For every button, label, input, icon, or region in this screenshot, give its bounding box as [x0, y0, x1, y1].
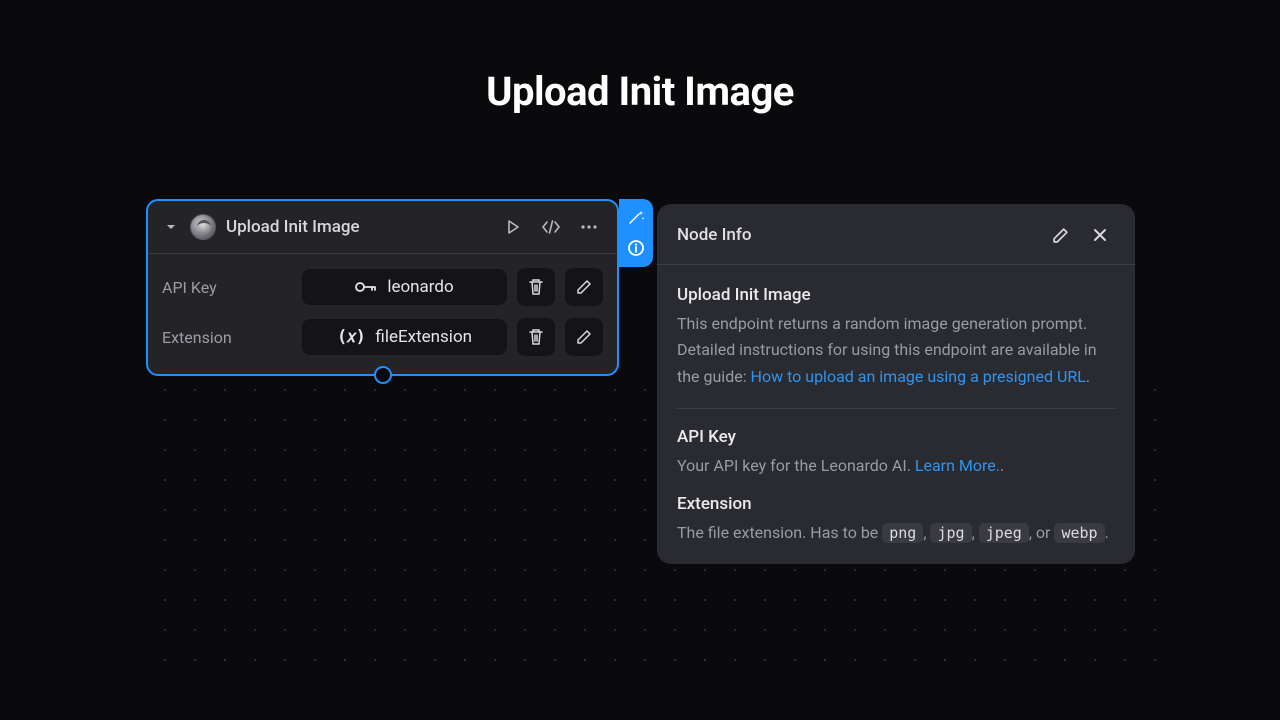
info-text-post: .: [1000, 456, 1004, 475]
learn-more-link[interactable]: Learn More.: [915, 456, 1000, 475]
info-text: This endpoint returns a random image gen…: [677, 311, 1115, 390]
node-header: Upload Init Image: [148, 201, 617, 254]
node-body: API Key leonardo Extension (𝑥) fileExten…: [148, 254, 617, 374]
delete-button[interactable]: [517, 318, 555, 356]
field-label: API Key: [162, 278, 292, 297]
field-row-extension: Extension (𝑥) fileExtension: [162, 318, 603, 356]
info-text-post: .: [1086, 367, 1090, 386]
info-heading: Upload Init Image: [677, 285, 1115, 305]
sep: , or: [1029, 523, 1055, 542]
info-panel-body: Upload Init Image This endpoint returns …: [657, 265, 1135, 546]
node-card-upload-init-image[interactable]: Upload Init Image API Key leonardo: [146, 199, 619, 376]
info-text: The file extension. Has to be png, jpg , …: [677, 520, 1115, 546]
info-heading: API Key: [677, 427, 1115, 447]
edit-info-button[interactable]: [1045, 220, 1075, 250]
info-section-main: Upload Init Image This endpoint returns …: [677, 285, 1115, 390]
field-value-text: fileExtension: [375, 327, 472, 347]
field-value-api-key[interactable]: leonardo: [302, 269, 507, 305]
close-info-button[interactable]: [1085, 220, 1115, 250]
code-pill: webp: [1054, 523, 1104, 543]
info-section-api-key: API Key Your API key for the Leonardo AI…: [677, 427, 1115, 479]
guide-link[interactable]: How to upload an image using a presigned…: [751, 367, 1086, 386]
collapse-caret-icon[interactable]: [162, 218, 180, 236]
field-label: Extension: [162, 328, 292, 347]
edit-button[interactable]: [565, 268, 603, 306]
node-avatar-icon: [190, 214, 216, 240]
variable-icon: (𝑥): [337, 327, 365, 347]
magic-wand-button[interactable]: [623, 205, 649, 231]
edit-button[interactable]: [565, 318, 603, 356]
code-pill: jpeg: [979, 523, 1029, 543]
more-options-button[interactable]: [575, 213, 603, 241]
info-panel-header: Node Info: [657, 204, 1135, 265]
info-text: Your API key for the Leonardo AI. Learn …: [677, 453, 1115, 479]
field-value-text: leonardo: [387, 277, 453, 297]
info-text-pre: The file extension. Has to be: [677, 523, 882, 542]
info-button[interactable]: [623, 235, 649, 261]
code-view-button[interactable]: [537, 213, 565, 241]
field-value-extension[interactable]: (𝑥) fileExtension: [302, 319, 507, 355]
key-icon: [355, 280, 377, 294]
info-heading: Extension: [677, 494, 1115, 514]
delete-button[interactable]: [517, 268, 555, 306]
code-pill: jpg: [930, 523, 971, 543]
page-title: Upload Init Image: [486, 68, 794, 115]
run-button[interactable]: [499, 213, 527, 241]
sep: ,: [972, 523, 979, 542]
info-text-post: .: [1105, 523, 1109, 542]
node-output-handle[interactable]: [374, 366, 392, 384]
node-title: Upload Init Image: [226, 217, 489, 237]
info-text-pre: Your API key for the Leonardo AI.: [677, 456, 915, 475]
divider: [677, 408, 1115, 409]
info-section-extension: Extension The file extension. Has to be …: [677, 494, 1115, 546]
info-panel-title: Node Info: [677, 225, 1035, 245]
field-row-api-key: API Key leonardo: [162, 268, 603, 306]
node-info-panel: Node Info Upload Init Image This endpoin…: [657, 204, 1135, 564]
node-side-toolbar: [619, 199, 653, 267]
code-pill: png: [882, 523, 923, 543]
